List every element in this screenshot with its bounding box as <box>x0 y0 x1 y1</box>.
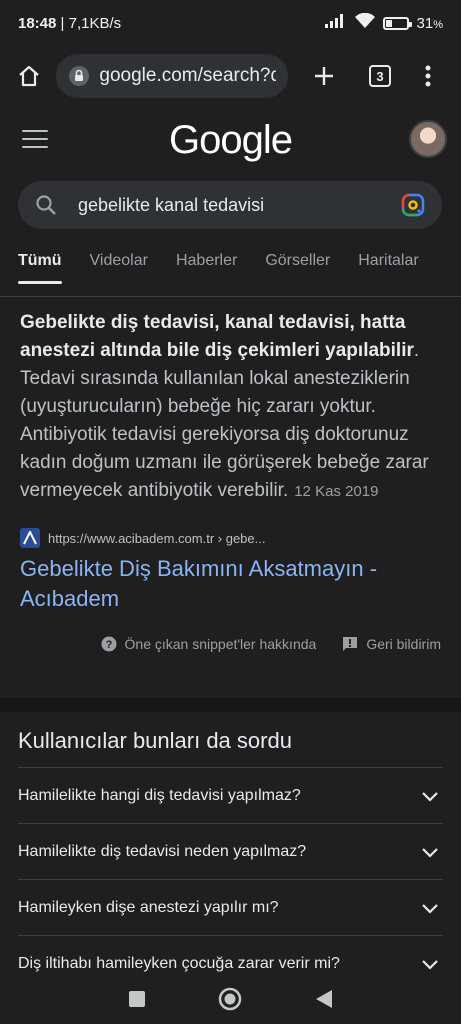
wifi-icon <box>354 12 375 33</box>
status-time: 18:48 <box>18 14 57 32</box>
paa-question[interactable]: Hamilelikte diş tedavisi neden yapılmaz? <box>18 824 443 880</box>
account-avatar[interactable] <box>409 120 447 158</box>
status-network-speed: 7,1KB/s <box>68 14 122 32</box>
about-snippets-label: Öne çıkan snippet'ler hakkında <box>124 636 317 652</box>
home-button[interactable] <box>10 57 48 95</box>
search-filter-tabs: Tümü Videolar Haberler Görseller Harital… <box>0 246 461 290</box>
tab-all[interactable]: Tümü <box>18 246 62 284</box>
chevron-down-icon <box>422 959 438 970</box>
tab-maps[interactable]: Haritalar <box>358 246 418 278</box>
google-lens-icon[interactable] <box>400 192 426 218</box>
signal-icon <box>324 14 347 32</box>
snippet-bold-text: Gebelikte diş tedavisi, kanal tedavisi, … <box>20 312 414 361</box>
tab-news[interactable]: Haberler <box>176 246 237 278</box>
chevron-down-icon <box>422 903 438 914</box>
more-vert-icon <box>425 65 431 87</box>
chevron-down-icon <box>422 847 438 858</box>
tab-videos[interactable]: Videolar <box>90 246 148 278</box>
paa-question[interactable]: Hamilelikte hangi diş tedavisi yapılmaz? <box>18 768 443 824</box>
system-navigation-bar <box>0 974 461 1024</box>
battery-percent: 31% <box>416 14 443 32</box>
site-favicon-icon <box>20 528 40 548</box>
search-query: gebelikte kanal tedavisi <box>78 194 265 215</box>
paa-question-text: Hamilelikte hangi diş tedavisi yapılmaz? <box>18 786 301 804</box>
home-circle-icon <box>219 987 242 1011</box>
plus-icon <box>315 67 333 85</box>
snippet-date: 12 Kas 2019 <box>294 483 379 500</box>
svg-text:?: ? <box>105 639 112 651</box>
search-input[interactable]: gebelikte kanal tedavisi <box>18 181 442 229</box>
status-bar: 18:48 | 7,1KB/s 31% <box>0 0 461 46</box>
source-url: https://www.acibadem.com.tr › gebe... <box>48 530 266 546</box>
battery-icon <box>382 16 412 30</box>
paa-question-text: Diş iltihabı hamileyken çocuğa zarar ver… <box>18 954 340 972</box>
status-separator: | <box>56 14 69 32</box>
browser-toolbar: google.com/search?q 3 <box>0 46 461 106</box>
google-logo[interactable]: Google <box>0 118 461 163</box>
help-icon: ? <box>101 636 117 652</box>
feedback-link[interactable]: Geri bildirim <box>342 636 441 652</box>
snippet-body-text: . Tedavi sırasında kullanılan lokal anes… <box>20 340 429 501</box>
paa-title: Kullanıcılar bunları da sordu <box>18 712 443 768</box>
feedback-icon <box>343 637 358 651</box>
chevron-down-icon <box>422 791 438 802</box>
section-divider <box>0 698 461 712</box>
paa-question-text: Hamilelikte diş tedavisi neden yapılmaz? <box>18 842 307 860</box>
tab-switcher-button[interactable]: 3 <box>358 54 402 98</box>
back-button[interactable] <box>309 984 339 1014</box>
address-bar[interactable]: google.com/search?q <box>56 54 288 98</box>
paa-question[interactable]: Diş iltihabı hamileyken çocuğa zarar ver… <box>18 936 443 974</box>
home-nav-button[interactable] <box>215 984 245 1014</box>
paa-question[interactable]: Hamileyken dişe anestezi yapılır mı? <box>18 880 443 936</box>
snippet-footer: ? Öne çıkan snippet'ler hakkında Geri bi… <box>20 636 441 652</box>
featured-snippet: Gebelikte diş tedavisi, kanal tedavisi, … <box>0 296 461 698</box>
tab-images[interactable]: Görseller <box>265 246 330 278</box>
battery-fill <box>385 19 392 27</box>
recents-button[interactable] <box>122 984 152 1014</box>
new-tab-button[interactable] <box>302 54 346 98</box>
result-source[interactable]: https://www.acibadem.com.tr › gebe... <box>20 528 441 548</box>
recents-square-icon <box>128 991 145 1007</box>
url-text: google.com/search?q <box>99 65 276 86</box>
about-snippets-link[interactable]: ? Öne çıkan snippet'ler hakkında <box>101 636 317 652</box>
snippet-text: Gebelikte diş tedavisi, kanal tedavisi, … <box>20 309 441 506</box>
site-info-icon[interactable] <box>68 65 89 87</box>
paa-question-text: Hamileyken dişe anestezi yapılır mı? <box>18 898 279 916</box>
back-triangle-icon <box>316 990 333 1008</box>
browser-menu-button[interactable] <box>406 54 450 98</box>
tab-count: 3 <box>369 65 391 87</box>
people-also-ask: Kullanıcılar bunları da sordu Hamilelikt… <box>0 712 461 974</box>
home-icon <box>19 65 39 87</box>
result-title-link[interactable]: Gebelikte Diş Bakımını Aksatmayın - Acıb… <box>20 554 441 614</box>
search-icon <box>36 195 56 215</box>
feedback-label: Geri bildirim <box>366 636 441 652</box>
google-header: Google <box>0 106 461 180</box>
